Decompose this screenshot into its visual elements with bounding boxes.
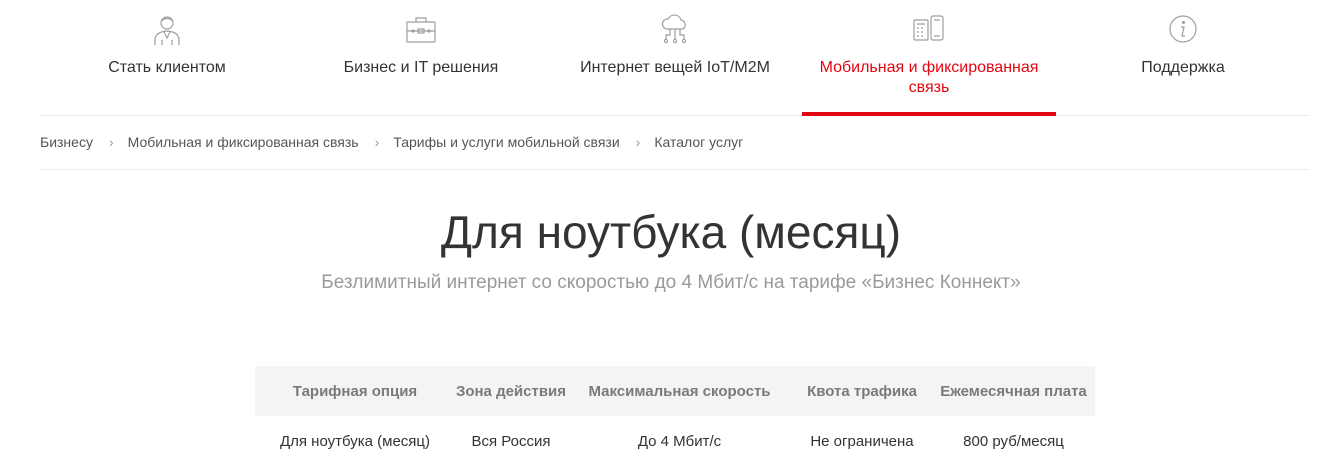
top-navigation: Стать клиентом Бизнес и IT решения Интер… [40, 0, 1310, 116]
nav-label: Мобильная и фиксированная связь [819, 59, 1039, 96]
chevron-right-icon: › [374, 134, 380, 150]
column-header: Тарифная опция [255, 366, 455, 416]
cloud-network-icon [658, 12, 692, 46]
user-icon [150, 12, 184, 46]
nav-label: Бизнес и IT решения [343, 59, 499, 76]
table-cell: Вся Россия [471, 432, 551, 450]
chevron-right-icon: › [635, 134, 641, 150]
nav-item-become-client[interactable]: Стать клиентом [40, 0, 294, 115]
table-cell: Для ноутбука (месяц) [279, 432, 431, 450]
briefcase-icon [404, 12, 438, 46]
column-header: Квота трафика [792, 366, 932, 416]
breadcrumb-link-business[interactable]: Бизнесу [40, 134, 93, 150]
table-cell: Не ограничена [810, 432, 914, 450]
table-cell: 800 руб/месяц [963, 432, 1064, 450]
breadcrumb-link-tariffs[interactable]: Тарифы и услуги мобильной связи [393, 134, 619, 150]
breadcrumb-link-catalog[interactable]: Каталог услуг [654, 134, 743, 150]
page-title: Для ноутбука (месяц) [440, 206, 902, 258]
nav-label: Интернет вещей IoT/M2M [580, 59, 770, 76]
nav-item-mobile-fixed[interactable]: Мобильная и фиксированная связь [802, 0, 1056, 116]
nav-item-support[interactable]: Поддержка [1056, 0, 1310, 115]
column-header: Ежемесячная плата [932, 366, 1095, 416]
phone-devices-icon [912, 12, 946, 46]
column-header: Максимальная скорость [567, 366, 792, 416]
breadcrumb-link-mobile-fixed[interactable]: Мобильная и фиксированная связь [128, 134, 359, 150]
table-cell: До 4 Мбит/с [637, 432, 722, 450]
breadcrumb: Бизнесу › Мобильная и фиксированная связ… [40, 115, 1310, 170]
chevron-right-icon: › [108, 134, 114, 150]
tariff-table: Тарифная опция Зона действия Максимальна… [255, 366, 1095, 466]
column-header: Зона действия [455, 366, 567, 416]
nav-label: Стать клиентом [108, 59, 226, 76]
nav-item-iot-m2m[interactable]: Интернет вещей IoT/M2M [548, 0, 802, 115]
nav-label: Поддержка [1141, 59, 1225, 76]
nav-item-business-it[interactable]: Бизнес и IT решения [294, 0, 548, 115]
info-icon [1166, 12, 1200, 46]
table-row: Для ноутбука (месяц) Вся Россия До 4 Мби… [255, 416, 1095, 466]
page-subtitle: Безлимитный интернет со скоростью до 4 М… [321, 272, 1021, 293]
table-header-row: Тарифная опция Зона действия Максимальна… [255, 366, 1095, 416]
